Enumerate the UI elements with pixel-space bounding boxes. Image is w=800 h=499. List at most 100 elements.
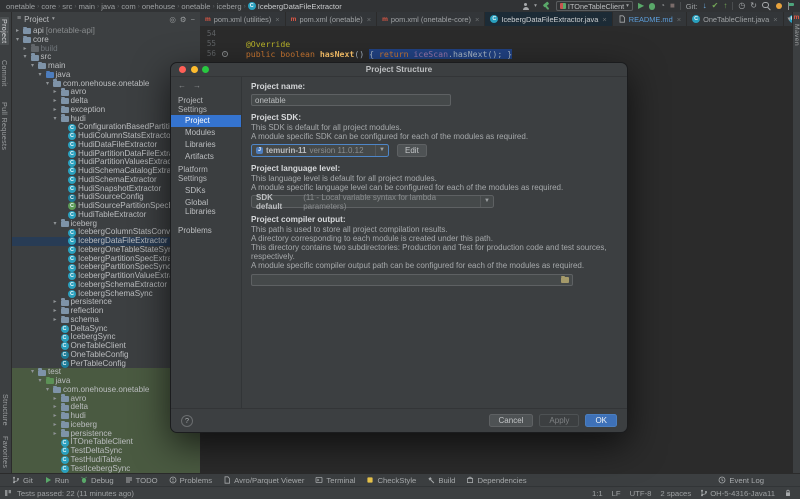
readonly-lock[interactable] [784,489,792,497]
browse-folder-icon[interactable] [561,277,569,283]
stripe-item-favorites[interactable]: Favorites [1,436,10,468]
sidebar-item-global-libraries[interactable]: Global Libraries [171,196,241,217]
git-update-icon[interactable]: ↓ [703,2,707,10]
ok-button[interactable]: OK [585,414,617,427]
notifications-icon[interactable] [787,2,794,10]
run-config-select[interactable]: ITOneTableClient ▾ [556,1,633,11]
stripe-item-project[interactable]: Project [0,17,9,45]
tab-close-icon[interactable]: × [367,15,371,24]
update-badge-icon[interactable] [776,3,782,9]
expand-icon[interactable]: ▸ [52,97,59,106]
stripe-item-structure[interactable]: Structure [1,394,10,426]
run-icon[interactable]: ▶ [638,2,644,10]
maven-stripe-label[interactable]: Maven [793,24,800,46]
hide-panel-icon[interactable]: − [191,15,195,24]
breadcrumb-item[interactable]: main [79,2,95,11]
close-window-icon[interactable] [179,66,186,73]
minimize-window-icon[interactable] [191,66,198,73]
breadcrumb-item[interactable]: java [101,2,115,11]
toolwindow-button-run[interactable]: Run [44,476,69,485]
expand-icon[interactable]: ▸ [52,412,59,421]
search-icon[interactable] [762,2,771,11]
breadcrumb-item[interactable]: iceberg [217,2,242,11]
toolwindow-button-checkstyle[interactable]: CheckStyle [366,476,416,485]
language-level-select[interactable]: SDK default (11 - Local variable syntax … [251,195,494,208]
expand-icon[interactable]: ▸ [52,88,59,97]
cancel-button[interactable]: Cancel [489,414,534,427]
project-panel-title[interactable]: Project [24,15,49,24]
expand-icon[interactable]: ▾ [14,36,21,45]
toolwindow-button-terminal[interactable]: Terminal [315,476,355,485]
expand-icon[interactable]: ▾ [44,80,51,89]
expand-icon[interactable]: ▾ [52,115,59,124]
toolwindow-button-avro-parquet-viewer[interactable]: Avro/Parquet Viewer [223,476,304,485]
toolwindow-button-problems[interactable]: Problems [169,476,212,485]
locate-icon[interactable]: ◎ [169,15,176,24]
tab-close-icon[interactable]: × [602,15,606,24]
debug-icon[interactable] [649,3,655,10]
expand-icon[interactable]: ▸ [52,403,59,412]
sync-icon[interactable]: ↻ [750,2,757,10]
expand-icon[interactable]: ▸ [52,307,59,316]
toolwindow-button-debug[interactable]: Debug [80,476,114,485]
chevron-down-icon[interactable]: ▾ [52,16,55,22]
toolwindow-button-dependencies[interactable]: Dependencies [466,476,526,485]
sidebar-item-sdks[interactable]: SDKs [171,184,241,196]
maximize-window-icon[interactable] [202,66,209,73]
breadcrumb-item[interactable]: onetable [6,2,35,11]
expand-icon[interactable]: ▸ [52,421,59,430]
toolwindow-button-todo[interactable]: TODO [125,476,158,485]
editor-tab[interactable]: COneTableClient.java× [687,12,784,26]
history-icon[interactable]: ◷ [738,2,745,10]
breadcrumb-item[interactable]: onehouse [142,2,175,11]
editor-tab[interactable]: README.md× [613,12,687,26]
breadcrumb-item[interactable]: onetable [181,2,210,11]
status-caret-position[interactable]: 1:1 [592,489,603,498]
expand-icon[interactable]: ▾ [52,220,59,229]
git-commit-icon[interactable]: ✔ [712,2,719,10]
breadcrumb-item[interactable]: core [41,2,56,11]
breadcrumb-item[interactable]: com [121,2,135,11]
expand-icon[interactable]: ▾ [37,377,44,386]
sidebar-item-libraries[interactable]: Libraries [171,139,241,151]
maven-icon[interactable]: m [794,14,800,21]
breadcrumb-current[interactable]: CIcebergDataFileExtractor [248,2,342,11]
compiler-output-field[interactable] [251,274,573,286]
expand-icon[interactable]: ▸ [52,106,59,115]
status-indent-style[interactable]: 2 spaces [660,489,691,498]
settings-gear-icon[interactable]: ⚙ [180,15,187,24]
expand-icon[interactable]: ▾ [22,53,29,62]
expand-icon[interactable]: ▾ [44,386,51,395]
toolwindow-button-event-log[interactable]: Event Log [718,476,764,485]
hidden-tabs-icon[interactable]: ▾ [787,12,791,26]
project-name-input[interactable] [251,94,451,106]
expand-icon[interactable]: ▸ [52,298,59,307]
back-icon[interactable]: ← [178,81,186,90]
edit-sdk-button[interactable]: Edit [397,144,427,157]
editor-tab[interactable]: CIcebergDataFileExtractor.java× [485,12,612,26]
tree-item[interactable]: CTestIcebergSync [12,465,200,474]
status-file-encoding[interactable]: UTF-8 [630,489,652,498]
tab-close-icon[interactable]: × [773,15,777,24]
forward-icon[interactable]: → [193,81,201,90]
build-hammer-icon[interactable] [542,2,551,11]
editor-tab[interactable]: mpom.xml (onetable)× [286,12,377,26]
tab-close-icon[interactable]: × [275,15,279,24]
tab-close-icon[interactable]: × [677,15,681,24]
sidebar-item-artifacts[interactable]: Artifacts [171,151,241,163]
expand-icon[interactable]: ▸ [52,430,59,439]
toolwindow-button-build[interactable]: Build [427,476,455,485]
git-push-icon[interactable]: ↑ [723,2,727,10]
toolwindow-toggle-icon[interactable] [4,489,12,497]
expand-icon[interactable]: ▸ [14,27,21,36]
tree-item[interactable]: ▾src [12,53,200,62]
user-icon[interactable] [522,3,529,10]
expand-icon[interactable]: ▸ [52,316,59,325]
stripe-item-commit[interactable]: Commit [0,60,9,87]
editor-tab[interactable]: mpom.xml (utilities)× [200,12,286,26]
tab-close-icon[interactable]: × [475,15,479,24]
user-caret-icon[interactable]: ▾ [534,3,537,9]
help-button[interactable]: ? [181,415,193,427]
expand-icon[interactable]: ▾ [29,368,36,377]
status-git-branch[interactable]: OH-5-4316-Java11 [700,489,775,498]
